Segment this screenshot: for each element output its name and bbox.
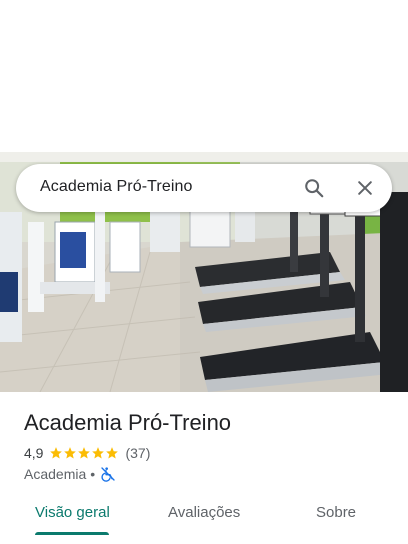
star-icon <box>64 447 77 459</box>
rating-row[interactable]: 4,9 (37) <box>24 444 150 462</box>
place-title: Academia Pró-Treino <box>24 410 232 435</box>
review-count[interactable]: (37) <box>125 445 150 461</box>
star-icon <box>106 447 119 459</box>
tab-visao-geral[interactable]: Visão geral <box>35 504 110 521</box>
active-tab-indicator <box>35 532 109 535</box>
tab-avaliacoes[interactable]: Avaliações <box>168 504 240 521</box>
search-bar[interactable]: Academia Pró-Treino <box>16 164 392 212</box>
close-icon[interactable] <box>353 176 377 200</box>
no-wheelchair-icon[interactable] <box>100 466 116 482</box>
category-row: Academia • <box>24 465 116 483</box>
place-category: Academia <box>24 466 87 482</box>
star-icon <box>78 447 91 459</box>
star-icon <box>50 447 63 459</box>
separator-dot: • <box>90 466 96 482</box>
star-icon <box>92 447 105 459</box>
search-icon[interactable] <box>302 176 326 200</box>
place-panel: Academia Pró-Treino Academia Pró-Treino … <box>0 0 408 544</box>
rating-value: 4,9 <box>24 445 44 461</box>
tab-bar: Visão geral Avaliações Sobre <box>0 496 408 544</box>
star-rating <box>49 446 119 460</box>
tab-sobre[interactable]: Sobre <box>316 504 356 521</box>
search-input[interactable]: Academia Pró-Treino <box>40 178 192 196</box>
